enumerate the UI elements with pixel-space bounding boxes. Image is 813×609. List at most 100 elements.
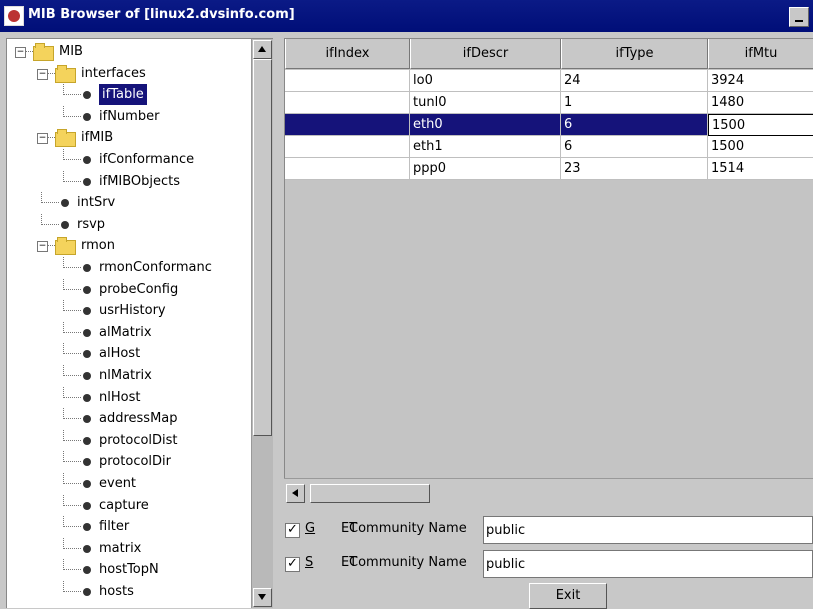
table-cell-iftype[interactable]: 6 (561, 114, 708, 136)
scroll-left-icon[interactable] (286, 484, 305, 503)
table-cell-iftype[interactable]: 1 (561, 92, 708, 114)
tree-item-capture[interactable]: capture (7, 494, 252, 516)
tree-item-usrhistory[interactable]: usrHistory (7, 300, 252, 321)
table-cell-ifdescr[interactable]: ppp0 (410, 158, 561, 180)
tree-connector (63, 461, 81, 463)
tree-scroll-thumb[interactable] (253, 59, 272, 436)
table-cell-ifmtu[interactable]: 1514 (708, 158, 813, 180)
set-method-label: S (305, 555, 314, 570)
tree-item-nlhost[interactable]: nlHost (7, 386, 252, 408)
collapse-icon[interactable]: − (37, 68, 48, 80)
table-cell-ifindex[interactable] (285, 158, 410, 180)
tree-item-matrix[interactable]: matrix (7, 537, 252, 559)
table-cell-iftype[interactable]: 24 (561, 70, 708, 92)
tree-item-filter[interactable]: filter (7, 516, 252, 537)
column-header-ifindex[interactable]: ifIndex (285, 39, 410, 69)
column-header-ifmtu[interactable]: ifMtu (708, 39, 813, 69)
table-cell-ifindex[interactable] (285, 70, 410, 92)
tree-item-label: ifConformance (99, 152, 195, 167)
collapse-icon[interactable]: − (37, 133, 48, 145)
main-panel: ifIndex ifDescr ifType ifMtu lo0 24 3924 tunl0 1… (279, 38, 813, 607)
get-checkbox[interactable]: ✓ (285, 523, 300, 538)
tree-item-ifmibobjects[interactable]: ifMIBObjects (7, 170, 252, 192)
tree-item-almatrix[interactable]: alMatrix (7, 321, 252, 343)
tree-item-intsrv[interactable]: intSrv (7, 192, 252, 213)
table-horizontal-thumb[interactable] (310, 484, 430, 503)
column-header-iftype[interactable]: ifType (561, 39, 708, 69)
tree-item-protocoldist[interactable]: protocolDist (7, 429, 252, 451)
tree-item-addressmap[interactable]: addressMap (7, 408, 252, 429)
get-community-input[interactable] (483, 516, 813, 544)
tree-item-iftable[interactable]: ifTable (7, 84, 252, 106)
table-row[interactable]: eth1 6 1500 (285, 136, 813, 158)
tree-item-interfaces[interactable]: − interfaces (7, 63, 252, 84)
set-community-input[interactable] (483, 550, 813, 578)
leaf-node-icon (83, 264, 91, 272)
tree-item-alhost[interactable]: alHost (7, 343, 252, 364)
leaf-node-icon (83, 91, 91, 100)
tree-item-label: matrix (99, 540, 142, 556)
table-cell-ifmtu[interactable]: 3924 (708, 70, 813, 92)
tree-connector (63, 310, 81, 312)
table-cell-ifindex[interactable] (285, 114, 410, 136)
tree-item-ifmib[interactable]: − ifMIB (7, 127, 252, 148)
tree-item-label: ifMIB (81, 130, 114, 146)
table-cell-ifmtu[interactable]: 1500 (708, 136, 813, 158)
tree-connector (63, 569, 81, 571)
tree-item-label: capture (99, 497, 149, 513)
tree-item-label: alMatrix (99, 324, 152, 340)
tree-item-protocoldir[interactable]: protocolDir (7, 451, 252, 472)
minimize-icon[interactable] (789, 7, 809, 27)
tree-item-ifconformance[interactable]: ifConformance (7, 149, 252, 170)
scroll-down-icon[interactable] (253, 588, 272, 607)
column-header-ifdescr[interactable]: ifDescr (410, 39, 561, 69)
tree-item-rmon[interactable]: − rmon (7, 235, 252, 256)
table-cell-ifindex[interactable] (285, 136, 410, 158)
tree-connector (63, 396, 81, 398)
leaf-node-icon (83, 588, 91, 596)
exit-button[interactable]: Exit (529, 583, 607, 609)
table-horizontal-scrollbar[interactable] (284, 478, 813, 506)
table-row[interactable]: ppp0 23 1514 (285, 158, 813, 180)
tree-vertical-scrollbar[interactable] (251, 39, 273, 608)
tree-connector (63, 94, 81, 96)
table-cell-ifindex[interactable] (285, 92, 410, 114)
table-cell-ifdescr[interactable]: eth1 (410, 136, 561, 158)
mib-browser-icon (4, 6, 24, 26)
table-cell-iftype[interactable]: 23 (561, 158, 708, 180)
table-cell-iftype[interactable]: 6 (561, 136, 708, 158)
table-cell-ifdescr[interactable]: tunl0 (410, 92, 561, 114)
tree-item-mib[interactable]: − MIB (7, 41, 252, 62)
tree-item-label: intSrv (77, 195, 116, 211)
table-cell-ifmtu[interactable]: 1480 (708, 92, 813, 114)
table-cell-ifmtu[interactable]: 1500 (708, 114, 813, 136)
tree-item-rsvp[interactable]: rsvp (7, 213, 252, 235)
table-row[interactable]: tunl0 1 1480 (285, 92, 813, 114)
collapse-icon[interactable]: − (37, 241, 48, 253)
tree-item-label: nlMatrix (99, 368, 152, 383)
table-cell-ifdescr[interactable]: eth0 (410, 114, 561, 136)
tree-connector (47, 137, 55, 139)
tree-connector (63, 591, 81, 592)
mib-tree-panel: − MIB − interfaces ifTable ifNumber − ifMIB ifCo… (6, 38, 273, 608)
set-checkbox[interactable]: ✓ (285, 557, 300, 572)
leaf-node-icon (83, 112, 91, 121)
collapse-icon[interactable]: − (15, 47, 26, 58)
tree-item-label: probeConfig (99, 281, 179, 297)
tree-connector (63, 439, 81, 441)
tree-connector (63, 526, 81, 528)
folder-icon (55, 129, 76, 148)
table-row[interactable]: eth0 6 1500 (285, 114, 813, 136)
tree-connector (63, 267, 81, 268)
table-row[interactable]: lo0 24 3924 (285, 70, 813, 92)
tree-item-ifnumber[interactable]: ifNumber (7, 105, 252, 127)
folder-icon (33, 43, 54, 61)
scroll-up-icon[interactable] (253, 40, 272, 59)
table-cell-ifdescr[interactable]: lo0 (410, 70, 561, 92)
tree-item-rmonconformanc[interactable]: rmonConformanc (7, 257, 252, 278)
tree-item-nlmatrix[interactable]: nlMatrix (7, 365, 252, 386)
tree-item-event[interactable]: event (7, 473, 252, 494)
tree-item-hosttopn[interactable]: hostTopN (7, 559, 252, 580)
tree-item-hosts[interactable]: hosts (7, 581, 252, 602)
tree-item-probeconfig[interactable]: probeConfig (7, 278, 252, 300)
